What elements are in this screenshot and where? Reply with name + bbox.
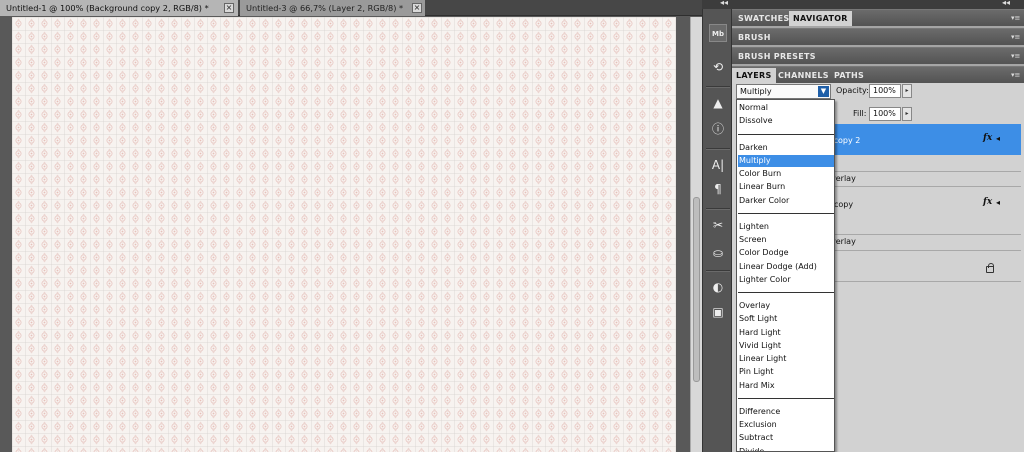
tab-channels[interactable]: CHANNELS — [774, 68, 833, 84]
blend-mode-separator — [738, 133, 834, 135]
canvas-area — [0, 17, 690, 452]
blend-mode-option[interactable]: Color Burn — [738, 168, 834, 180]
panel-menu-icon[interactable]: ▾≡ — [1011, 71, 1021, 79]
blend-mode-option[interactable]: Color Dodge — [738, 247, 834, 259]
blend-mode-value: Multiply — [740, 87, 772, 96]
tool-separator — [706, 86, 730, 88]
document-tab-untitled-1[interactable]: Untitled-1 @ 100% (Background copy 2, RG… — [0, 0, 238, 16]
collapse-icon[interactable]: ◂◂ — [720, 0, 728, 7]
canvas-vertical-scrollbar[interactable] — [690, 17, 702, 452]
layers-panel-header: LAYERS CHANNELS PATHS ▾≡ — [732, 66, 1024, 84]
opacity-label: Opacity: — [836, 86, 869, 95]
blend-mode-option[interactable]: Linear Light — [738, 353, 834, 365]
document-canvas[interactable] — [12, 17, 676, 452]
tab-paths[interactable]: PATHS — [830, 68, 868, 84]
history-icon[interactable]: ⟲ — [709, 58, 727, 76]
tab-navigator[interactable]: NAVIGATOR — [789, 11, 852, 27]
blend-mode-separator — [738, 292, 834, 293]
tool-separator — [706, 148, 730, 150]
tab-brush[interactable]: BRUSH — [734, 30, 775, 46]
expand-icon[interactable]: ◂◂ — [1002, 0, 1010, 7]
tool-presets-icon[interactable]: ✂ — [709, 216, 727, 234]
blend-mode-option[interactable]: Linear Dodge (Add) — [738, 261, 834, 273]
blend-mode-option[interactable]: Lighter Color — [738, 274, 834, 286]
lock-icon — [986, 263, 994, 273]
blend-mode-select[interactable]: Multiply ▼ — [736, 84, 831, 99]
document-tab-label: Untitled-1 @ 100% (Background copy 2, RG… — [6, 3, 209, 13]
blend-mode-option[interactable]: Darken — [738, 142, 834, 154]
document-tab-untitled-3[interactable]: Untitled-3 @ 66,7% (Layer 2, RGB/8) * × — [240, 0, 425, 16]
layer-name: copy — [834, 200, 854, 209]
blend-mode-option[interactable]: Normal — [738, 102, 834, 114]
opacity-slider-button[interactable]: ▸ — [902, 84, 912, 98]
fx-icon[interactable]: fx — [983, 133, 992, 143]
opacity-input[interactable]: 100% — [869, 84, 901, 98]
dock-collapse-bar[interactable]: ◂◂ ◂◂ — [702, 0, 1024, 9]
tiled-pattern — [12, 17, 676, 452]
blend-mode-option[interactable]: Difference — [738, 406, 834, 418]
tool-separator — [706, 208, 730, 210]
panel-menu-icon[interactable]: ▾≡ — [1011, 14, 1021, 22]
blend-mode-option[interactable]: Lighten — [738, 221, 834, 233]
scrollbar-thumb[interactable] — [693, 197, 700, 382]
clone-source-icon[interactable]: ⛀ — [709, 244, 727, 262]
chevron-down-icon[interactable]: ▼ — [818, 86, 829, 97]
masks-icon[interactable]: ▣ — [709, 303, 727, 321]
blend-mode-option[interactable]: Hard Light — [738, 327, 834, 339]
info-icon[interactable]: ⓘ — [709, 120, 727, 138]
fx-icon[interactable]: fx — [983, 197, 992, 207]
blend-mode-option[interactable]: Divide — [738, 446, 834, 452]
tool-separator — [706, 270, 730, 272]
blend-mode-option[interactable]: Vivid Light — [738, 340, 834, 352]
tab-brush-presets[interactable]: BRUSH PRESETS — [734, 49, 820, 65]
expand-effects-icon[interactable]: ◂ — [996, 198, 1000, 207]
blend-mode-option[interactable]: Soft Light — [738, 313, 834, 325]
panel-icon-strip: Mb ⟲ ▲ ⓘ A| ¶ ✂ ⛀ ◐ ▣ — [702, 0, 732, 452]
tab-layers[interactable]: LAYERS — [732, 68, 776, 84]
blend-mode-option[interactable]: Dissolve — [738, 115, 834, 127]
blend-mode-option[interactable]: Pin Light — [738, 366, 834, 378]
histogram-icon[interactable]: ▲ — [709, 94, 727, 112]
close-tab-icon[interactable]: × — [224, 3, 234, 13]
swatches-navigator-panel-header: SWATCHES NAVIGATOR ▾≡ — [732, 9, 1024, 27]
fill-input[interactable]: 100% — [869, 107, 901, 121]
blend-mode-option[interactable]: Screen — [738, 234, 834, 246]
blend-mode-option[interactable]: Darker Color — [738, 195, 834, 207]
fill-slider-button[interactable]: ▸ — [902, 107, 912, 121]
character-icon[interactable]: A| — [709, 156, 727, 174]
blend-mode-separator — [738, 212, 834, 214]
expand-effects-icon[interactable]: ◂ — [996, 134, 1000, 143]
brush-presets-panel-header: BRUSH PRESETS ▾≡ — [732, 47, 1024, 64]
blend-mode-option[interactable]: Hard Mix — [738, 380, 834, 392]
blend-mode-option[interactable]: Multiply — [738, 154, 834, 167]
panel-menu-icon[interactable]: ▾≡ — [1011, 33, 1021, 41]
blend-mode-separator — [738, 397, 834, 399]
document-tab-label: Untitled-3 @ 66,7% (Layer 2, RGB/8) * — [246, 3, 404, 13]
mini-bridge-icon[interactable]: Mb — [709, 24, 727, 42]
panel-menu-icon[interactable]: ▾≡ — [1011, 52, 1021, 60]
blend-mode-option[interactable]: Overlay — [738, 300, 834, 312]
blend-mode-dropdown-list: Normal Dissolve Darken Multiply Color Burn Li… — [736, 99, 835, 452]
blend-mode-option[interactable]: Exclusion — [738, 419, 834, 431]
close-tab-icon[interactable]: × — [412, 3, 422, 13]
brush-panel-header: BRUSH ▾≡ — [732, 28, 1024, 45]
blend-mode-option[interactable]: Subtract — [738, 432, 834, 444]
paragraph-icon[interactable]: ¶ — [709, 180, 727, 198]
blend-mode-option[interactable]: Linear Burn — [738, 181, 834, 193]
document-tab-bar: Untitled-1 @ 100% (Background copy 2, RG… — [0, 0, 702, 16]
tab-swatches[interactable]: SWATCHES — [734, 11, 793, 27]
adjustments-icon[interactable]: ◐ — [709, 278, 727, 296]
fill-label: Fill: — [853, 109, 867, 118]
